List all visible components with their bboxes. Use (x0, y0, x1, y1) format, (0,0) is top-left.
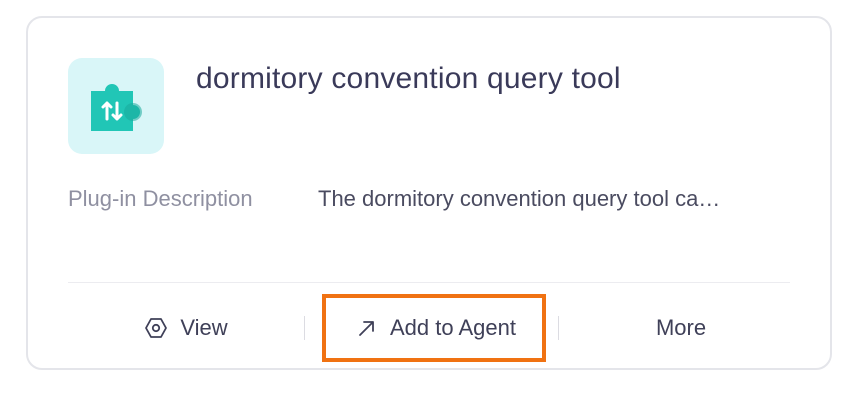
action-separator (558, 316, 559, 340)
plugin-card[interactable]: dormitory convention query tool Plug-in … (26, 16, 832, 370)
description-label: Plug-in Description (68, 186, 253, 211)
action-separator (304, 316, 305, 340)
puzzle-piece-icon (68, 58, 164, 154)
hexagon-eye-icon (144, 316, 168, 340)
view-button[interactable]: View (68, 300, 304, 356)
add-to-agent-button[interactable]: Add to Agent (324, 300, 548, 356)
view-label: View (180, 315, 228, 340)
description-text: The dormitory convention query tool ca… (318, 186, 721, 211)
card-divider (68, 282, 790, 283)
arrow-up-right-icon (356, 317, 378, 339)
card-actions: View Add to Agent More (68, 300, 790, 356)
more-button[interactable]: More (568, 300, 794, 356)
plugin-title: dormitory convention query tool (196, 62, 621, 95)
more-label: More (655, 315, 707, 340)
add-to-agent-label: Add to Agent (390, 315, 516, 340)
